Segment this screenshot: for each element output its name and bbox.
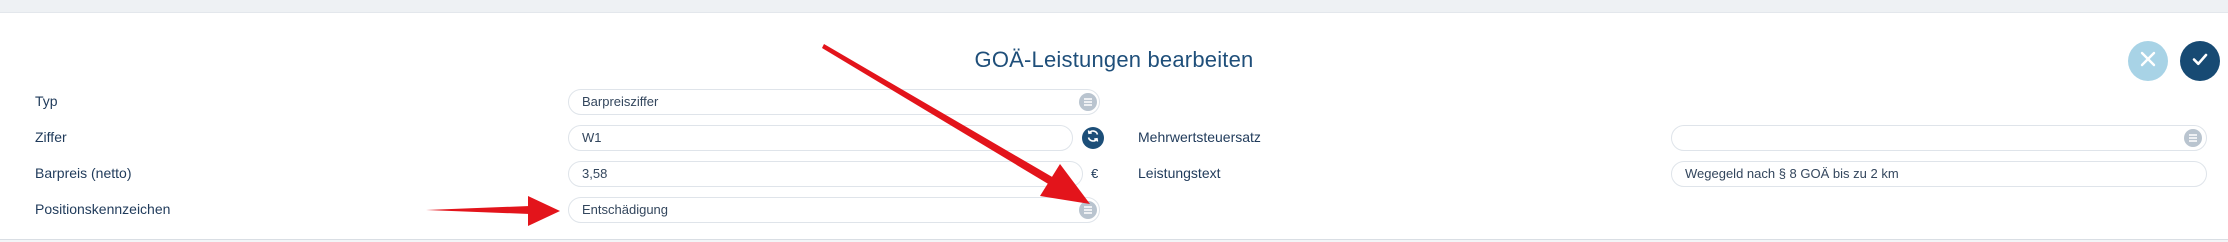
arrow-to-positionskennzeichen: [426, 196, 560, 226]
annotation-arrows: [426, 44, 1090, 226]
arrow-to-list-button: [822, 44, 1090, 204]
